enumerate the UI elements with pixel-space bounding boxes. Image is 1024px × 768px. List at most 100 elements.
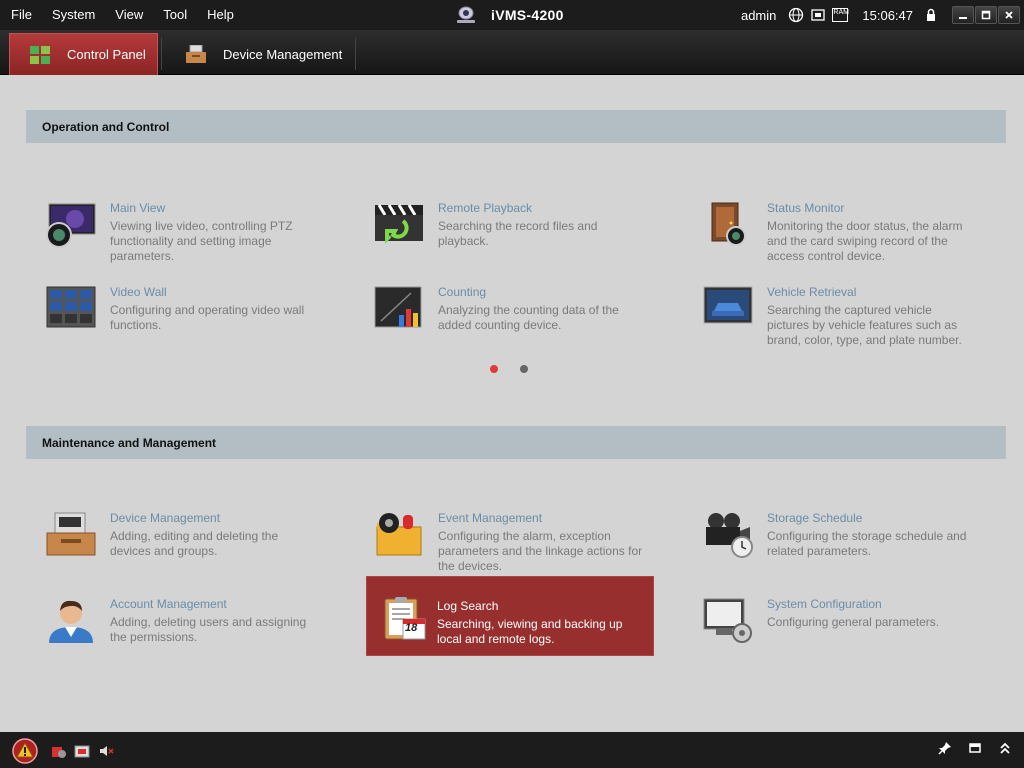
section-title: Operation and Control	[42, 119, 170, 134]
device-management-icon	[46, 512, 96, 556]
module-desc: Adding, editing and deleting the devices…	[110, 529, 279, 558]
module-title: Main View	[110, 201, 166, 215]
module-desc: Searching, viewing and backing up local …	[437, 617, 623, 646]
ram-label: RAM	[833, 9, 849, 16]
module-system-configuration[interactable]: System Configuration Configuring general…	[684, 575, 972, 655]
pin-icon	[938, 742, 951, 755]
camera-event-icon[interactable]	[74, 743, 90, 759]
lock-icon[interactable]	[923, 7, 939, 23]
close-icon	[1005, 11, 1013, 19]
maximize-button[interactable]	[975, 6, 997, 24]
status-bar-left	[12, 738, 114, 764]
alarm-icon[interactable]	[12, 738, 38, 764]
counting-icon	[374, 286, 422, 328]
section-header-maintenance: Maintenance and Management	[26, 426, 1006, 459]
module-desc: Viewing live video, controlling PTZ func…	[110, 219, 293, 263]
ram-icon[interactable]: RAM	[832, 8, 849, 22]
account-management-icon	[49, 600, 93, 643]
log-search-icon	[384, 597, 426, 640]
storage-schedule-icon	[706, 513, 753, 558]
close-button[interactable]	[998, 6, 1020, 24]
module-desc: Configuring general parameters.	[767, 615, 940, 629]
module-desc: Adding, deleting users and assigning the…	[110, 615, 307, 644]
minimize-button[interactable]	[952, 6, 974, 24]
cpu-icon[interactable]	[810, 7, 826, 23]
module-event-management[interactable]: Event Management Configuring the alarm, …	[355, 489, 643, 573]
double-chevron-up-icon	[1000, 742, 1010, 754]
vehicle-retrieval-icon	[703, 286, 753, 324]
module-title: Log Search	[437, 599, 499, 613]
remote-playback-icon	[375, 204, 423, 244]
expand-up-button[interactable]	[998, 741, 1012, 760]
mute-icon[interactable]	[98, 743, 114, 759]
menu-system[interactable]: System	[42, 0, 105, 30]
module-title: Remote Playback	[438, 201, 533, 215]
module-account-management[interactable]: Account Management Adding, deleting user…	[27, 575, 315, 655]
module-log-search[interactable]: 18 Log Search Searching, viewing and bac…	[366, 576, 654, 656]
section-header-operation: Operation and Control	[26, 110, 1006, 143]
status-monitor-icon	[711, 202, 746, 246]
alarm-event-icon[interactable]	[50, 743, 66, 759]
title-bar-right: admin RAM 15:06:47	[741, 0, 1024, 30]
maximize-icon	[981, 10, 991, 20]
tab-device-management-label: Device Management	[223, 46, 343, 62]
module-title: Counting	[438, 285, 487, 299]
window-controls	[951, 6, 1020, 24]
clock-time: 15:06:47	[862, 7, 913, 23]
module-title: Event Management	[438, 511, 543, 525]
status-bar-right	[922, 741, 1012, 760]
module-device-management[interactable]: Device Management Adding, editing and de…	[27, 489, 315, 569]
module-title: Video Wall	[110, 285, 167, 299]
module-title: Status Monitor	[767, 201, 845, 215]
module-desc: Searching the record files and playback.	[438, 219, 598, 248]
user-name[interactable]: admin	[741, 8, 776, 23]
minimize-icon	[959, 17, 967, 19]
module-video-wall[interactable]: Video Wall Configuring and operating vid…	[27, 263, 315, 343]
page-dot-active[interactable]	[490, 365, 498, 373]
module-storage-schedule[interactable]: Storage Schedule Configuring the storage…	[684, 489, 972, 569]
module-desc: Configuring and operating video wall fun…	[110, 303, 305, 332]
tab-separator	[355, 38, 356, 70]
window-icon	[969, 743, 981, 753]
menu-bar: File System View Tool Help	[0, 0, 244, 30]
tab-separator	[161, 38, 162, 70]
module-desc: Searching the captured vehicle pictures …	[767, 303, 962, 347]
tab-device-management[interactable]: Device Management	[165, 33, 355, 75]
restore-button[interactable]	[968, 741, 982, 760]
app-title-text: iVMS-4200	[491, 7, 564, 23]
device-management-tab-icon	[186, 45, 206, 63]
menu-help[interactable]: Help	[197, 0, 244, 30]
module-main-view[interactable]: Main View Viewing live video, controllin…	[27, 179, 315, 263]
status-bar	[0, 732, 1024, 768]
pin-button[interactable]	[938, 741, 952, 760]
globe-icon[interactable]	[788, 7, 804, 23]
menu-file[interactable]: File	[0, 0, 42, 30]
section-title: Maintenance and Management	[42, 435, 217, 450]
main-view-icon	[46, 203, 96, 248]
module-title: Device Management	[110, 511, 221, 525]
module-title: Account Management	[110, 597, 227, 611]
module-desc: Analyzing the counting data of the added…	[438, 303, 619, 332]
title-bar: File System View Tool Help iVMS-4200 adm…	[0, 0, 1024, 30]
module-title: Vehicle Retrieval	[767, 285, 857, 299]
page-dot[interactable]	[520, 365, 528, 373]
page-indicator	[490, 365, 550, 373]
tab-bar: Control Panel Device Management	[0, 30, 1024, 75]
module-desc: Configuring the alarm, exception paramet…	[438, 529, 643, 573]
module-title: Storage Schedule	[767, 511, 863, 525]
module-desc: Monitoring the door status, the alarm an…	[767, 219, 963, 263]
event-management-icon	[376, 513, 422, 556]
video-wall-icon	[46, 286, 96, 328]
module-vehicle-retrieval[interactable]: Vehicle Retrieval Searching the captured…	[684, 263, 972, 347]
system-configuration-icon	[703, 598, 752, 643]
menu-view[interactable]: View	[105, 0, 153, 30]
control-panel-content: Operation and Control Main View Viewing …	[0, 76, 1024, 732]
module-status-monitor[interactable]: Status Monitor Monitoring the door statu…	[684, 179, 972, 263]
menu-tool[interactable]: Tool	[153, 0, 197, 30]
module-counting[interactable]: Counting Analyzing the counting data of …	[355, 263, 643, 343]
tab-control-panel-label: Control Panel	[67, 47, 146, 62]
module-title: System Configuration	[767, 597, 882, 611]
control-panel-icon	[30, 45, 50, 64]
tab-control-panel[interactable]: Control Panel	[9, 33, 158, 75]
module-remote-playback[interactable]: Remote Playback Searching the record fil…	[355, 179, 643, 259]
